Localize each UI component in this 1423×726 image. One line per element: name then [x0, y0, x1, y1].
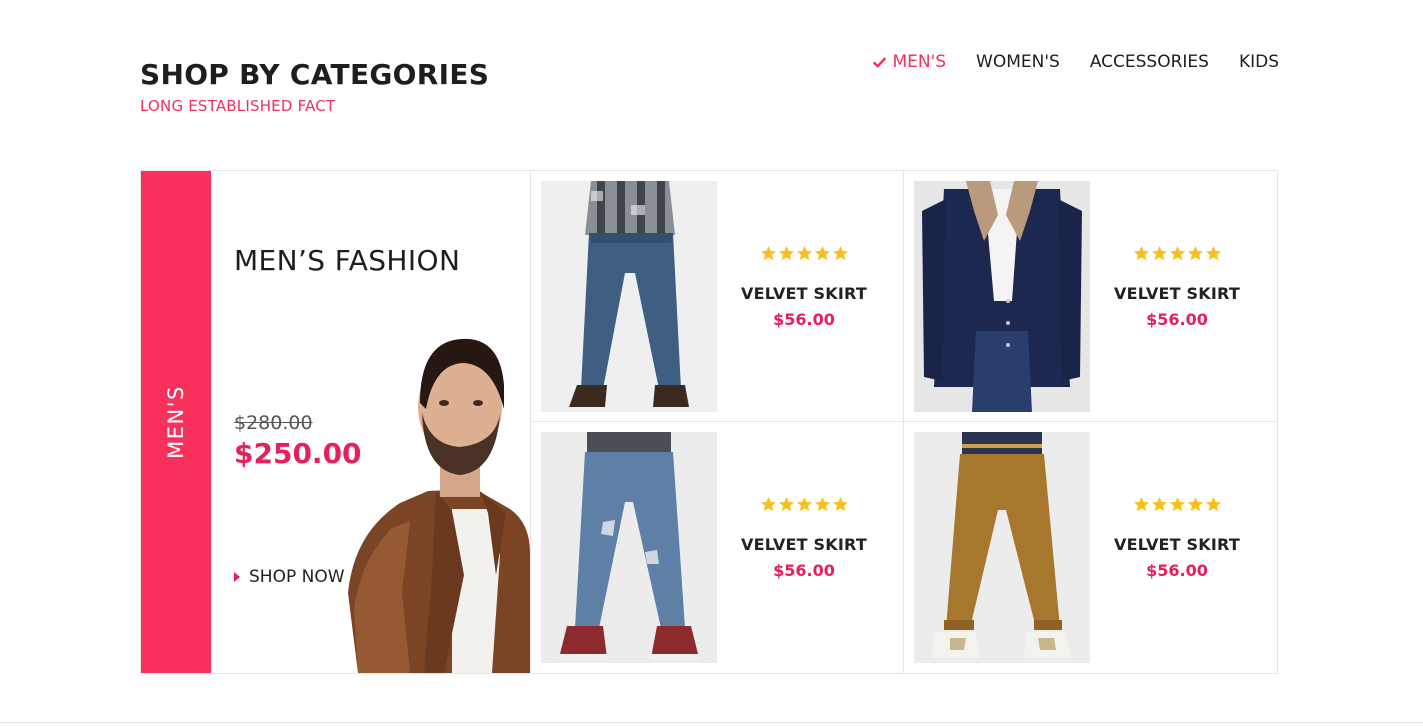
- shop-now-link[interactable]: SHOP NOW: [234, 567, 345, 587]
- star-icon: [1151, 245, 1168, 262]
- tab-label: ACCESSORIES: [1089, 52, 1209, 72]
- star-icon: [1187, 496, 1204, 513]
- section-title: SHOP BY CATEGORIES: [140, 58, 490, 91]
- product-name[interactable]: VELVET SKIRT: [729, 535, 879, 554]
- star-rating: [729, 245, 879, 262]
- tab-accessories[interactable]: ACCESSORIES: [1090, 52, 1209, 72]
- product-image[interactable]: [914, 432, 1090, 663]
- star-icon: [1169, 496, 1186, 513]
- product-name[interactable]: VELVET SKIRT: [1102, 535, 1252, 554]
- featured-banner: MEN’S FASHION $280.00 $250.00 SHOP NOW: [211, 171, 531, 673]
- star-icon: [832, 496, 849, 513]
- star-icon: [1205, 496, 1222, 513]
- product-price: $56.00: [1146, 561, 1208, 580]
- star-icon: [796, 496, 813, 513]
- star-icon: [778, 245, 795, 262]
- tab-label: WOMEN'S: [976, 52, 1060, 72]
- star-icon: [1205, 245, 1222, 262]
- tab-label: MEN'S: [892, 52, 947, 72]
- shop-now-label: SHOP NOW: [249, 567, 345, 587]
- star-rating: [1102, 496, 1252, 513]
- category-tabs: MEN'S WOMEN'S ACCESSORIES KIDS: [873, 52, 1279, 72]
- star-icon: [778, 496, 795, 513]
- side-band-label: MEN'S: [164, 385, 188, 459]
- product-price: $56.00: [773, 310, 835, 329]
- old-price: $280.00: [234, 412, 313, 434]
- male-model-image: [348, 338, 530, 673]
- product-card: VELVET SKIRT $56.00: [904, 171, 1277, 422]
- check-icon: [873, 56, 887, 69]
- category-grid: MEN'S MEN’S FASHION $280.00 $250.00 SHOP…: [140, 170, 1278, 674]
- footer-divider: [0, 722, 1423, 723]
- product-grid: VELVET SKIRT $56.00 VELVET SKIRT $56.00 …: [531, 171, 1277, 673]
- product-image[interactable]: [914, 181, 1090, 412]
- sale-price: $250.00: [234, 437, 362, 470]
- product-price: $56.00: [773, 561, 835, 580]
- product-card: VELVET SKIRT $56.00: [531, 171, 904, 422]
- star-icon: [814, 245, 831, 262]
- product-price: $56.00: [1146, 310, 1208, 329]
- star-icon: [814, 496, 831, 513]
- star-icon: [1187, 245, 1204, 262]
- product-name[interactable]: VELVET SKIRT: [1102, 284, 1252, 303]
- caret-right-icon: [234, 572, 240, 582]
- tab-mens[interactable]: MEN'S: [873, 52, 946, 72]
- feature-title: MEN’S FASHION: [234, 244, 461, 277]
- star-icon: [1133, 245, 1150, 262]
- product-image[interactable]: [541, 432, 717, 663]
- star-icon: [1151, 496, 1168, 513]
- section-subtitle: LONG ESTABLISHED FACT: [140, 97, 336, 115]
- star-icon: [760, 496, 777, 513]
- star-rating: [729, 496, 879, 513]
- star-icon: [1133, 496, 1150, 513]
- product-card: VELVET SKIRT $56.00: [904, 422, 1277, 673]
- star-icon: [760, 245, 777, 262]
- tab-label: KIDS: [1238, 52, 1279, 72]
- star-icon: [832, 245, 849, 262]
- star-icon: [796, 245, 813, 262]
- tab-kids[interactable]: KIDS: [1239, 52, 1279, 72]
- category-side-band: MEN'S: [141, 171, 211, 673]
- star-icon: [1169, 245, 1186, 262]
- product-image[interactable]: [541, 181, 717, 412]
- product-card: VELVET SKIRT $56.00: [531, 422, 904, 673]
- star-rating: [1102, 245, 1252, 262]
- product-name[interactable]: VELVET SKIRT: [729, 284, 879, 303]
- tab-womens[interactable]: WOMEN'S: [976, 52, 1060, 72]
